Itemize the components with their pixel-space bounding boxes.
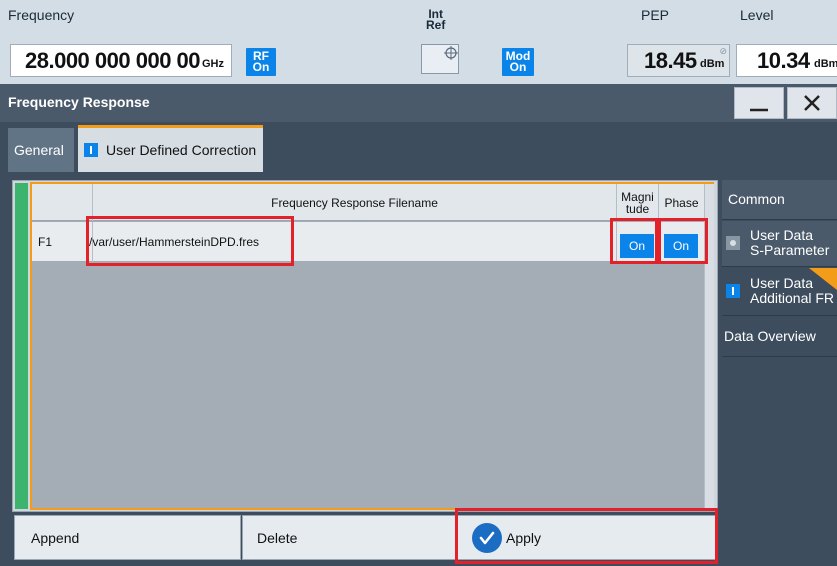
tab-general[interactable]: General (8, 128, 74, 172)
row-filename: /var/user/HammersteinDPD.fres (89, 235, 260, 249)
nav-item-data-overview[interactable]: Data Overview (722, 317, 837, 357)
nav-sparam-line1: User Data (750, 227, 814, 243)
delete-button[interactable]: Delete (242, 515, 456, 560)
nav-item-common[interactable]: Common (722, 180, 837, 220)
frequency-value: 28.000 000 000 00 (25, 48, 201, 73)
tab-bar: General User Defined Correction (0, 122, 837, 172)
apply-button[interactable]: Apply (457, 515, 716, 560)
pep-small-icon: ⊘ (719, 46, 727, 56)
level-field[interactable]: 10.34 dBm (736, 44, 837, 77)
mod-state: On (509, 60, 527, 74)
header-magnitude-line2: tude (625, 201, 650, 216)
apply-label: Apply (506, 529, 542, 546)
tab-udc-label: User Defined Correction (106, 142, 257, 158)
nav-common-label: Common (728, 191, 785, 207)
append-label: Append (31, 529, 80, 546)
pep-label: PEP (641, 7, 670, 23)
nav-addfr-label: User Data Additional FR (750, 276, 834, 306)
int-ref-label: Int Ref (426, 8, 446, 32)
header-magnitude: Magni tude (616, 184, 658, 221)
selection-strip (15, 183, 28, 509)
reference-icon[interactable] (421, 44, 459, 74)
nav-addfr-line1: User Data (750, 275, 814, 291)
frequency-field[interactable]: 28.000 000 000 00 GHz (10, 44, 232, 77)
nav-item-user-data-s-parameter[interactable]: User Data S-Parameter (722, 221, 837, 267)
row-filename-cell[interactable]: /var/user/HammersteinDPD.fres (89, 222, 616, 262)
rf-on-button[interactable]: RF On (246, 48, 276, 76)
header-index (32, 184, 92, 221)
pep-unit: dBm (700, 58, 725, 70)
pep-value: 18.45 (644, 48, 697, 73)
inactive-indicator-icon (726, 236, 740, 250)
checkmark-icon (472, 522, 502, 553)
level-label: Level (740, 7, 774, 23)
level-value: 10.34 (757, 48, 810, 73)
dialog-titlebar: Frequency Response (0, 84, 837, 122)
nav-item-user-data-additional-fr[interactable]: User Data Additional FR (722, 268, 837, 316)
tab-user-defined-correction[interactable]: User Defined Correction (78, 125, 263, 172)
magnitude-on-button[interactable]: On (620, 234, 654, 258)
active-indicator-icon (726, 284, 740, 298)
close-icon (804, 95, 820, 111)
table-header: Frequency Response Filename Magni tude P… (32, 184, 704, 221)
pep-field: 18.45 dBm ⊘ (627, 44, 730, 77)
close-button[interactable] (787, 87, 837, 119)
header-phase: Phase (658, 184, 704, 221)
nav-addfr-line2: Additional FR (750, 290, 835, 306)
dialog-title: Frequency Response (8, 94, 150, 110)
append-button[interactable]: Append (14, 515, 241, 560)
header-filename: Frequency Response Filename (92, 184, 616, 221)
rf-state: On (252, 60, 270, 74)
minimize-icon (750, 108, 768, 112)
delete-label: Delete (257, 529, 298, 546)
header-magnitude-line1: Magni (621, 189, 654, 204)
ref-label: Ref (426, 18, 446, 32)
frequency-unit: GHz (202, 58, 224, 70)
table-scrollbar[interactable] (704, 184, 714, 508)
state-indicator-icon (84, 143, 98, 157)
nav-sparam-line2: S-Parameter (750, 242, 830, 258)
frequency-label: Frequency (8, 7, 75, 23)
mod-on-button[interactable]: Mod On (502, 48, 534, 76)
row-id: F1 (38, 235, 53, 249)
status-bar: Frequency 28.000 000 000 00 GHz RF On In… (0, 0, 837, 84)
tab-general-label: General (14, 142, 64, 158)
nav-overview-label: Data Overview (724, 328, 816, 344)
nav-sparam-label: User Data S-Parameter (750, 228, 829, 258)
phase-on-button[interactable]: On (664, 234, 698, 258)
minimize-button[interactable] (734, 87, 784, 119)
level-unit: dBm (814, 58, 837, 70)
table-row[interactable]: F1 /var/user/HammersteinDPD.fres On On (32, 222, 704, 262)
